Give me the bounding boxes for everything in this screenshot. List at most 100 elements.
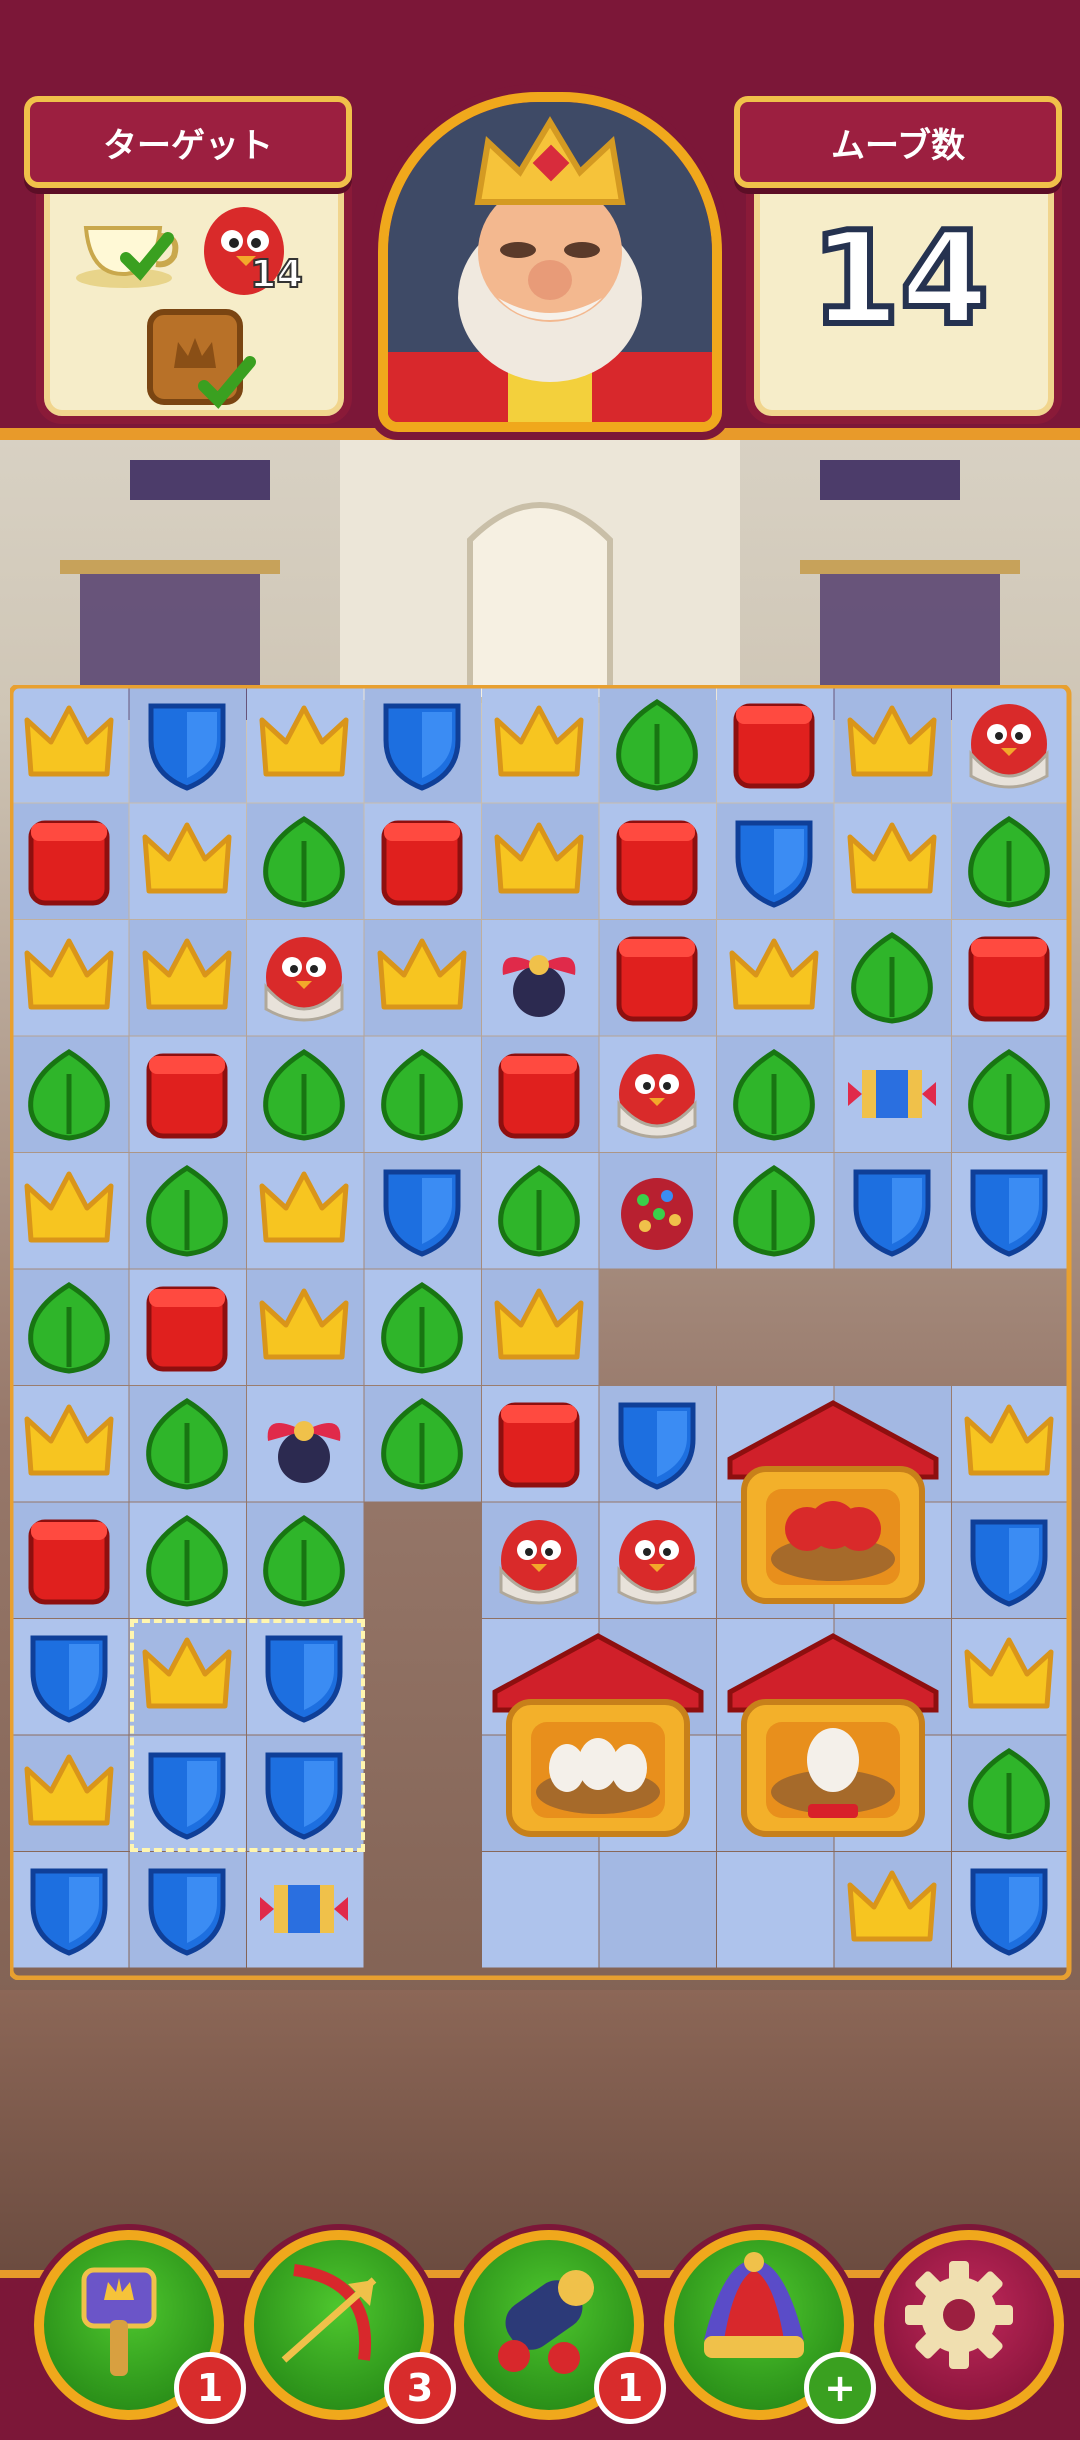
crown-tile[interactable] (247, 687, 361, 801)
leaf-tile[interactable] (247, 1037, 361, 1151)
crown-tile[interactable] (835, 1852, 949, 1966)
box-tile[interactable] (600, 920, 714, 1034)
leaf-tile[interactable] (130, 1153, 244, 1267)
shield-tile[interactable] (952, 1153, 1066, 1267)
box-icon (968, 936, 1050, 1022)
shield-tile[interactable] (12, 1619, 126, 1733)
leaf-tile[interactable] (130, 1386, 244, 1500)
shield-tile[interactable] (952, 1852, 1066, 1966)
crown-icon (494, 1288, 584, 1359)
moves-label: ムーブ数 (831, 125, 965, 166)
bird-tile[interactable] (247, 920, 361, 1034)
crown-tile[interactable] (482, 687, 596, 801)
leaf-tile[interactable] (365, 1270, 479, 1384)
crown-tile[interactable] (130, 920, 244, 1034)
crown-tile[interactable] (952, 1386, 1066, 1500)
box-tile[interactable] (12, 1503, 126, 1617)
shield-icon (148, 703, 225, 791)
crown-tile[interactable] (952, 1619, 1066, 1733)
leaf-tile[interactable] (130, 1503, 244, 1617)
leaf-tile[interactable] (835, 920, 949, 1034)
leaf-tile[interactable] (365, 1037, 479, 1151)
shield-tile[interactable] (952, 1503, 1066, 1617)
leaf-tile[interactable] (247, 804, 361, 918)
crown-tile[interactable] (835, 687, 949, 801)
bird-icon (969, 704, 1049, 789)
moves-ribbon: ムーブ数 (734, 96, 1062, 188)
shield-tile[interactable] (130, 687, 244, 801)
leaf-tile[interactable] (717, 1037, 831, 1151)
cannon-booster-button[interactable]: 1 (454, 2230, 666, 2424)
settings-button[interactable] (874, 2230, 1064, 2420)
bomb-icon (620, 1178, 693, 1250)
box-tile[interactable] (600, 804, 714, 918)
leaf-tile[interactable] (12, 1270, 126, 1384)
box-tile[interactable] (482, 1037, 596, 1151)
box-tile[interactable] (717, 687, 831, 801)
shield-tile[interactable] (835, 1153, 949, 1267)
shield-tile[interactable] (12, 1852, 126, 1966)
arrow-booster-button[interactable]: 3 (244, 2230, 456, 2424)
leaf-tile[interactable] (12, 1037, 126, 1151)
leaf-icon (263, 815, 345, 908)
box-tile[interactable] (952, 920, 1066, 1034)
propeller-tile[interactable] (482, 920, 596, 1034)
leaf-tile[interactable] (600, 687, 714, 801)
crown-tile[interactable] (717, 920, 831, 1034)
crown-tile[interactable] (12, 1736, 126, 1850)
shield-icon (735, 820, 813, 908)
leaf-icon (733, 1048, 815, 1141)
egg-nest-blocker[interactable] (486, 1621, 709, 1844)
jester-booster-button[interactable]: + (664, 2230, 876, 2424)
leaf-tile[interactable] (952, 1037, 1066, 1151)
box-tile[interactable] (482, 1386, 596, 1500)
bird-tile[interactable] (600, 1037, 714, 1151)
box-tile[interactable] (130, 1270, 244, 1384)
shield-tile[interactable] (365, 1153, 479, 1267)
shield-tile[interactable] (365, 687, 479, 801)
shield-tile[interactable] (600, 1386, 714, 1500)
crown-tile[interactable] (12, 920, 126, 1034)
rocket-tile[interactable] (835, 1037, 949, 1151)
shield-tile[interactable] (717, 804, 831, 918)
leaf-tile[interactable] (365, 1386, 479, 1500)
box-tile[interactable] (365, 804, 479, 918)
crown-tile[interactable] (365, 920, 479, 1034)
box-tile[interactable] (130, 1037, 244, 1151)
leaf-icon (380, 1048, 463, 1141)
game-board[interactable] (10, 685, 1072, 1980)
shield-tile[interactable] (130, 1852, 244, 1966)
single-egg-nest-blocker[interactable] (721, 1621, 944, 1844)
crown-icon (377, 938, 466, 1010)
crown-box-icon (147, 309, 256, 409)
bird-tile[interactable] (600, 1503, 714, 1617)
crown-tile[interactable] (482, 1270, 596, 1384)
box-tile[interactable] (12, 804, 126, 918)
leaf-tile[interactable] (952, 1736, 1066, 1850)
crown-tile[interactable] (482, 804, 596, 918)
leaf-tile[interactable] (952, 804, 1066, 918)
crown-icon (964, 1404, 1054, 1476)
bird-nest-blocker[interactable] (721, 1388, 944, 1611)
rocket-tile[interactable] (247, 1852, 361, 1966)
crown-tile[interactable] (130, 804, 244, 918)
crown-tile[interactable] (12, 1153, 126, 1267)
bird-tile[interactable] (482, 1503, 596, 1617)
crown-tile[interactable] (12, 687, 126, 801)
hammer-booster-button[interactable]: 1 (34, 2230, 246, 2424)
jester-add-badge[interactable]: + (804, 2352, 876, 2424)
bird-tile[interactable] (952, 687, 1066, 801)
propeller-tile[interactable] (247, 1386, 361, 1500)
box-icon (498, 1402, 580, 1488)
bomb-tile[interactable] (600, 1153, 714, 1267)
leaf-icon (28, 1048, 110, 1141)
crown-tile[interactable] (12, 1386, 126, 1500)
crown-tile[interactable] (247, 1270, 361, 1384)
crown-tile[interactable] (247, 1153, 361, 1267)
crown-tile[interactable] (835, 804, 949, 918)
leaf-tile[interactable] (247, 1503, 361, 1617)
leaf-tile[interactable] (482, 1153, 596, 1267)
leaf-tile[interactable] (717, 1153, 831, 1267)
cannon-count-badge: 1 (594, 2352, 666, 2424)
box-icon (146, 1053, 227, 1138)
